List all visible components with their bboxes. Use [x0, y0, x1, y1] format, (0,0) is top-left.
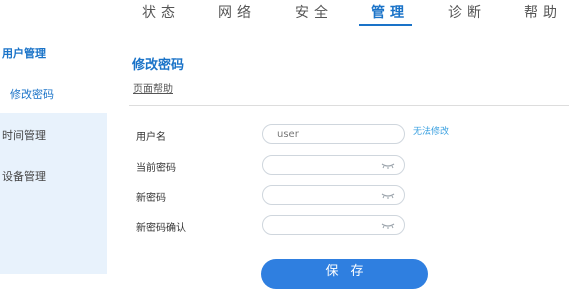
new-password-input[interactable] — [277, 188, 377, 202]
username-field — [262, 124, 405, 144]
active-tab-underline — [359, 24, 412, 26]
tab-diagnostics[interactable]: 诊断 — [448, 2, 486, 24]
confirm-password-label: 新密码确认 — [136, 223, 186, 234]
divider — [129, 105, 569, 106]
current-password-field[interactable] — [262, 155, 405, 175]
username-input — [277, 127, 377, 141]
page-title: 修改密码 — [132, 58, 185, 73]
sidebar-item-change-password[interactable]: 修改密码 — [0, 86, 107, 102]
eye-closed-icon[interactable] — [381, 191, 395, 200]
tab-help[interactable]: 帮助 — [524, 2, 562, 24]
new-password-label: 新密码 — [136, 193, 166, 204]
current-password-input[interactable] — [277, 158, 377, 172]
eye-closed-icon[interactable] — [381, 221, 395, 230]
sidebar-item-label: 修改密码 — [10, 88, 54, 101]
tab-status[interactable]: 状态 — [142, 2, 180, 24]
confirm-password-input[interactable] — [277, 218, 377, 232]
eye-closed-icon[interactable] — [381, 161, 395, 170]
save-button[interactable]: 保存 — [261, 259, 428, 289]
sidebar: 用户管理 修改密码 时间管理 设备管理 — [0, 28, 107, 274]
current-password-label: 当前密码 — [136, 163, 176, 174]
page-help-link[interactable]: 页面帮助 — [133, 80, 173, 95]
top-nav: 状态 网络 安全 管理 诊断 帮助 — [0, 0, 569, 28]
sidebar-item-label: 用户管理 — [2, 47, 46, 60]
username-readonly-note: 无法修改 — [413, 127, 450, 137]
confirm-password-field[interactable] — [262, 215, 405, 235]
sidebar-item-device-management[interactable]: 设备管理 — [0, 168, 107, 184]
tab-network[interactable]: 网络 — [218, 2, 256, 24]
username-label: 用户名 — [136, 132, 166, 143]
new-password-field[interactable] — [262, 185, 405, 205]
tab-security[interactable]: 安全 — [295, 2, 333, 24]
sidebar-item-label: 时间管理 — [2, 129, 46, 142]
sidebar-item-time-management[interactable]: 时间管理 — [0, 127, 107, 143]
main-content: 修改密码 页面帮助 用户名 无法修改 当前密码 新密码 新密码确认 保存 — [107, 28, 569, 289]
sidebar-item-label: 设备管理 — [2, 170, 46, 183]
tab-management[interactable]: 管理 — [371, 2, 409, 24]
sidebar-item-user-management[interactable]: 用户管理 — [0, 45, 107, 61]
